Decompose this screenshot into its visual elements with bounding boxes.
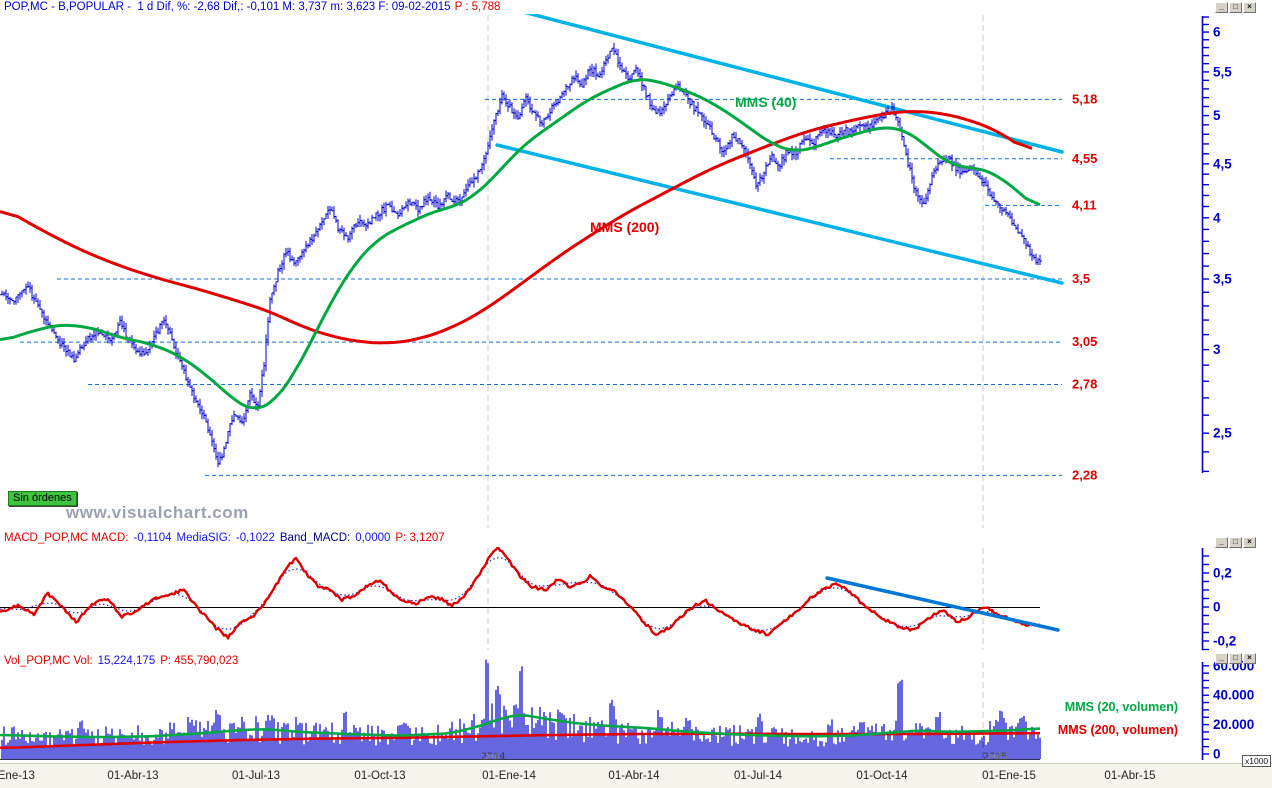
year-label: 2014: [480, 751, 506, 763]
y-tick-label: 0: [1213, 747, 1221, 762]
close-icon[interactable]: ×: [1243, 653, 1256, 664]
volume-ma-label: MMS (200, volumen): [1058, 723, 1178, 737]
year-label: 2015: [982, 751, 1008, 763]
trend-channel-line: [524, 14, 1064, 154]
price-level-label: 3,05: [1072, 334, 1097, 349]
y-tick-label: 5,5: [1213, 64, 1232, 79]
price-level-label: 3,5: [1072, 271, 1090, 286]
time-label: 01-Ene-13: [0, 770, 35, 782]
maximize-icon[interactable]: □: [1229, 537, 1242, 548]
y-tick-label: 3: [1213, 342, 1221, 357]
time-label: 01-Jul-14: [734, 770, 782, 782]
maximize-icon[interactable]: □: [1229, 2, 1242, 13]
mediasig-value: -0,1022: [235, 532, 275, 544]
band-macd-label: Band_MACD:: [279, 532, 351, 544]
y-tick-label: 5: [1213, 108, 1221, 123]
volume-panel: [0, 659, 1041, 760]
vol-name: Vol_POP,MC Vol:: [4, 655, 93, 667]
vol-p-value: P: 455,790,023: [160, 655, 239, 667]
y-tick-label: 2,5: [1213, 426, 1232, 441]
visualchart-app: 5,18 4,55 4,11 3,5 3,05 2,78 2,28 MMS (40) MMS (…: [0, 0, 1272, 788]
time-label: 01-Abr-14: [608, 770, 660, 782]
price-level-label: 2,78: [1072, 377, 1097, 392]
time-label: 01-Jul-13: [232, 770, 280, 782]
chart-title: POP,MC - B,POPULAR - 1 d Dif, %: -2,68 D…: [4, 1, 500, 13]
chart-canvas[interactable]: 5,184,554,113,53,052,782,28MMS (40)MMS (…: [0, 0, 1272, 788]
price-level-label: 4,55: [1072, 151, 1097, 166]
maximize-icon[interactable]: □: [1229, 653, 1242, 664]
macd-label-line: MACD_POP,MC MACD: -0,1104 MediaSIG: -0,1022…: [4, 532, 450, 544]
chart-title-price: P : 5,788: [454, 1, 501, 13]
chart-title-main: POP,MC - B,POPULAR - 1 d Dif, %: -2,68 D…: [4, 1, 451, 13]
time-label: 01-Oct-13: [354, 770, 406, 782]
ma-label: MMS (40): [735, 94, 796, 110]
volume-ma-label: MMS (20, volumen): [1065, 700, 1178, 714]
close-icon[interactable]: ×: [1243, 2, 1256, 13]
minimize-icon[interactable]: _: [1215, 2, 1228, 13]
mediasig-label: MediaSIG:: [176, 532, 231, 544]
macd-value: -0,1104: [133, 532, 172, 544]
y-tick-label: 0: [1213, 600, 1221, 615]
band-macd-value: 0,0000: [355, 532, 391, 544]
price-panel-controls: _ □ ×: [1215, 2, 1256, 13]
macd-name: MACD_POP,MC MACD:: [4, 532, 129, 544]
vol-value: 15,224,175: [97, 655, 156, 667]
time-axis: 01-Ene-13 01-Abr-13 01-Jul-13 01-Oct-13 01-E…: [0, 763, 1272, 788]
price-panel: [0, 14, 1064, 528]
volume-scale-badge: x1000: [1242, 755, 1272, 767]
minimize-icon[interactable]: _: [1215, 537, 1228, 548]
macd-panel-controls: _ □ ×: [1215, 537, 1256, 548]
y-tick-label: 4,5: [1213, 156, 1232, 171]
time-label: 01-Ene-15: [982, 770, 1036, 782]
y-tick-label: 0,2: [1213, 566, 1232, 581]
macd-panel: [0, 547, 1060, 650]
y-tick-label: 3,5: [1213, 272, 1232, 287]
time-label: 01-Oct-14: [856, 770, 908, 782]
time-label: 01-Ene-14: [482, 770, 536, 782]
mms200-line: [0, 110, 1033, 345]
price-level-label: 5,18: [1072, 91, 1097, 106]
minimize-icon[interactable]: _: [1215, 653, 1228, 664]
ma-label: MMS (200): [590, 219, 659, 235]
price-level-label: 2,28: [1072, 467, 1097, 482]
time-label: 01-Abr-13: [107, 770, 159, 782]
macd-line: [0, 547, 1041, 640]
mms40-line: [0, 78, 1041, 410]
y-tick-label: -0,2: [1213, 634, 1236, 649]
macd-p-value: P: 3,1207: [395, 532, 445, 544]
y-tick-label: 20.000: [1213, 717, 1254, 732]
y-tick-label: 4: [1213, 210, 1221, 225]
y-tick-label: 40.000: [1213, 688, 1254, 703]
sin-ordenes-badge[interactable]: Sin órdenes: [8, 491, 77, 506]
close-icon[interactable]: ×: [1243, 537, 1256, 548]
visualchart-watermark: www.visualchart.com: [66, 503, 249, 522]
price-level-label: 4,11: [1072, 197, 1097, 212]
y-tick-label: 6: [1213, 25, 1221, 40]
volume-panel-controls: _ □ ×: [1215, 653, 1256, 664]
volume-label-line: Vol_POP,MC Vol: 15,224,175 P: 455,790,023: [4, 655, 243, 667]
time-label: 01-Abr-15: [1104, 770, 1156, 782]
volume-bars: [1, 659, 1041, 759]
